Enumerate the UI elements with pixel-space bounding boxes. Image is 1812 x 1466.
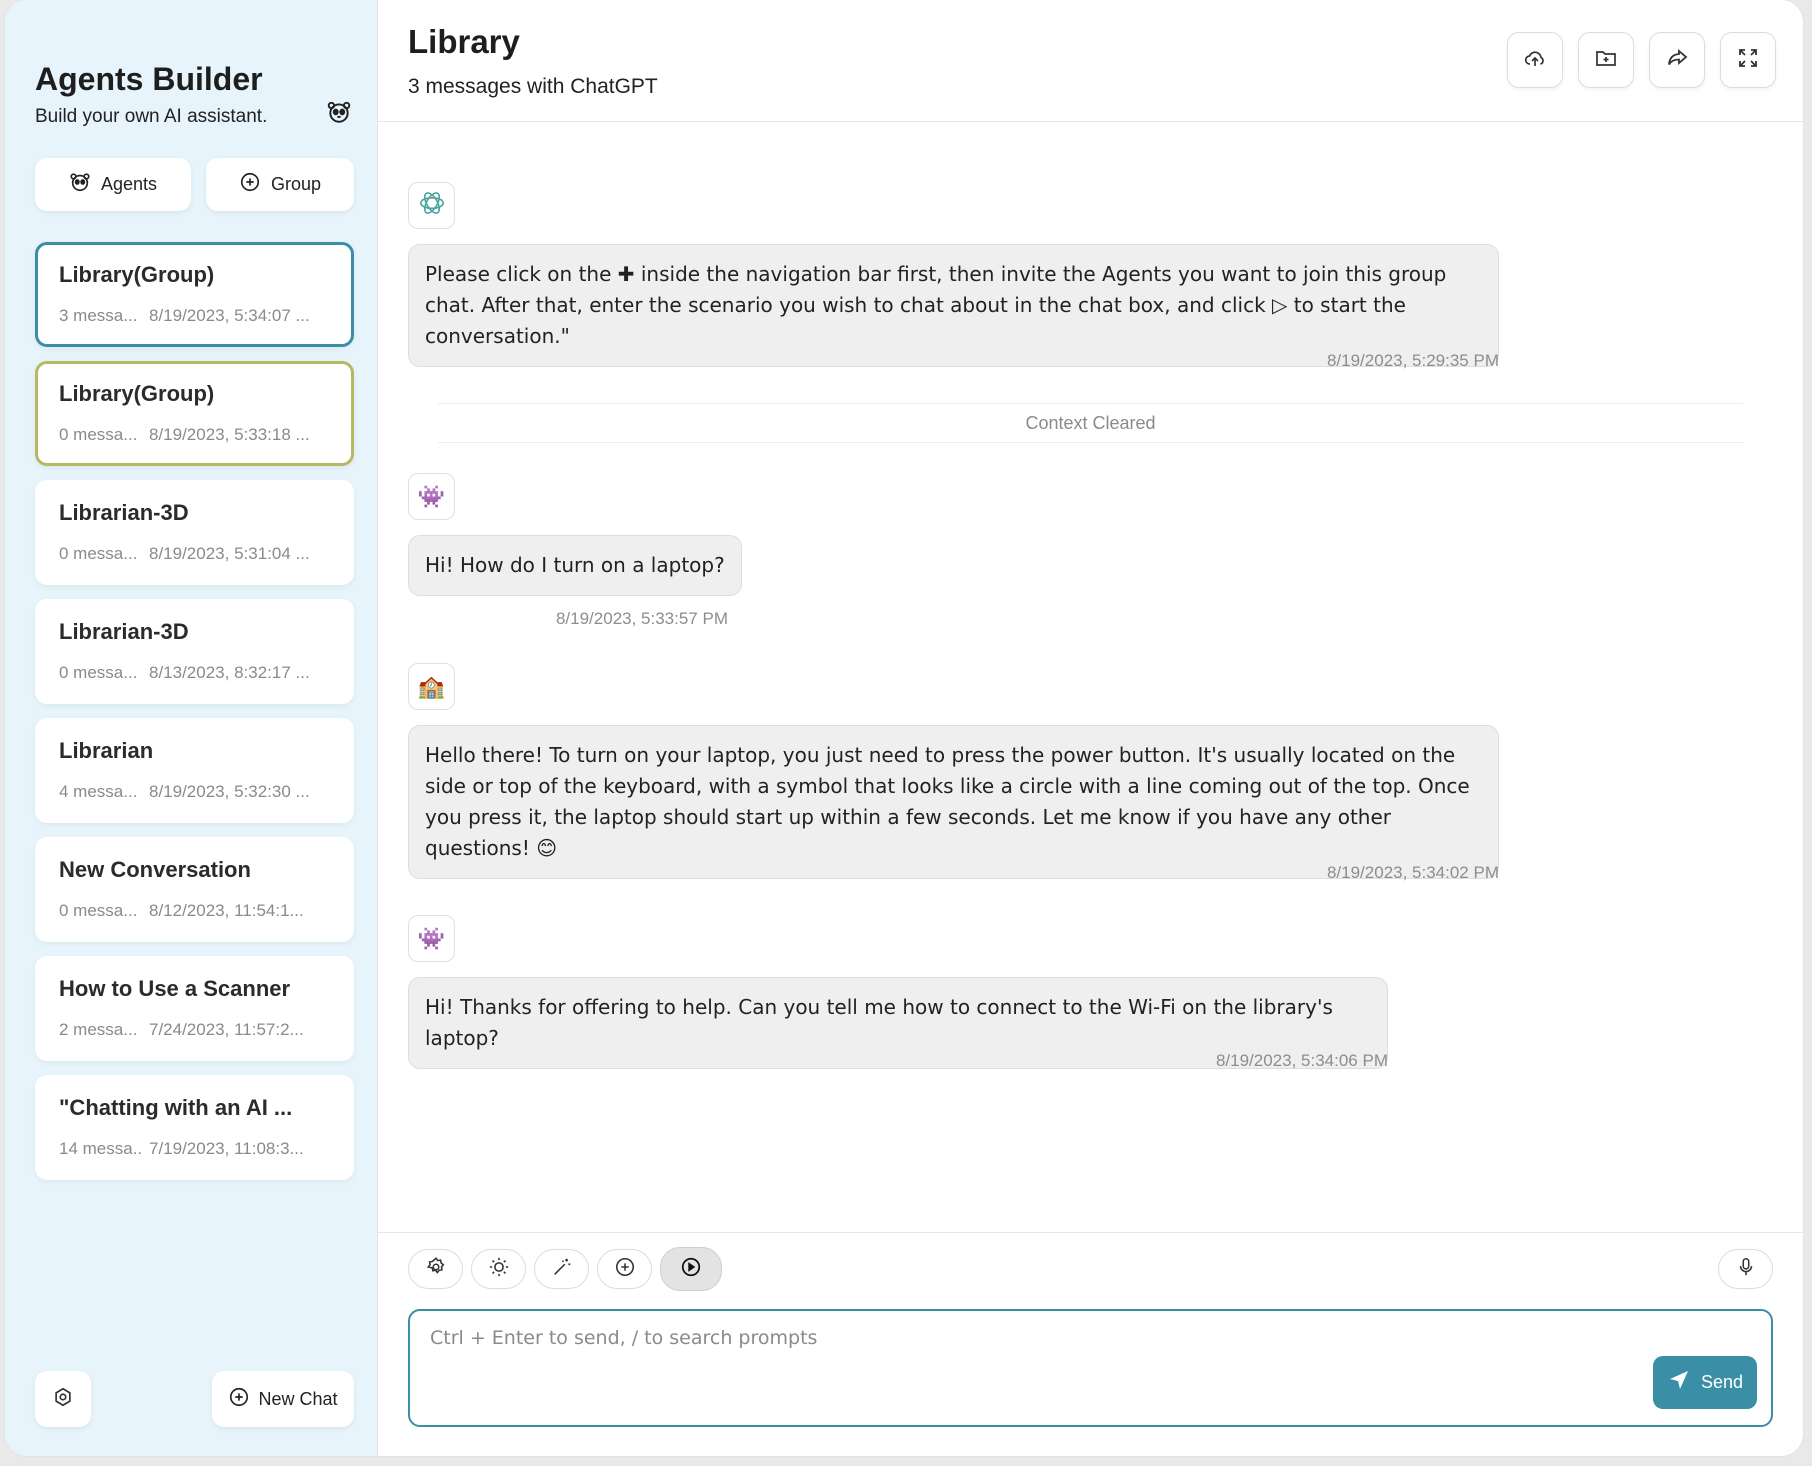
magic-wand-icon — [551, 1256, 573, 1283]
fullscreen-icon — [1736, 46, 1760, 75]
prompts-button[interactable] — [534, 1249, 589, 1289]
school-icon: 🏫 — [417, 673, 446, 699]
chat-item[interactable]: Library(Group) 0 messa... 8/19/2023, 5:33… — [35, 361, 354, 466]
message-timestamp: 8/19/2023, 5:34:02 PM — [1326, 863, 1499, 882]
app-subtitle: Build your own AI assistant. — [35, 106, 268, 127]
chat-item-date: 8/19/2023, 5:34:07 ... — [149, 306, 310, 325]
chat-item-count: 0 messa... — [59, 425, 138, 444]
chat-item-title: Librarian-3D — [59, 500, 189, 525]
message-timestamp: 8/19/2023, 5:33:57 PM — [555, 609, 728, 628]
app-window: Agents Builder Build your own AI assista… — [5, 0, 1803, 1456]
message-bubble: Hi! How do I turn on a laptop? — [408, 535, 742, 596]
plus-circle-icon — [228, 1386, 250, 1413]
page-title: Library — [408, 23, 520, 60]
chat-item-date: 8/19/2023, 5:31:04 ... — [149, 544, 310, 563]
agents-button[interactable]: Agents — [35, 158, 191, 211]
chat-item-count: 3 messa... — [59, 306, 138, 325]
message-bubble: Hello there! To turn on your laptop, you… — [408, 725, 1499, 879]
new-chat-label: New Chat — [258, 1388, 338, 1409]
message-list: Please click on the ✚ inside the navigat… — [408, 122, 1773, 1226]
group-button[interactable]: Group — [206, 158, 354, 211]
chat-item-count: 4 messa... — [59, 782, 138, 801]
send-arrow-icon — [1667, 1368, 1691, 1397]
plus-circle-icon — [614, 1256, 636, 1283]
gear-icon — [425, 1256, 447, 1283]
share-button[interactable] — [1649, 32, 1705, 88]
group-button-label: Group — [270, 174, 322, 194]
cloud-upload-icon — [1523, 46, 1547, 75]
chat-item[interactable]: New Conversation 0 messa... 8/12/2023, 11… — [35, 837, 354, 942]
user-avatar: 👾 — [408, 473, 455, 520]
fullscreen-button[interactable] — [1720, 32, 1776, 88]
folder-plus-icon — [1594, 46, 1618, 75]
gear-icon — [52, 1386, 74, 1413]
play-button[interactable] — [660, 1247, 722, 1291]
chat-item-count: 0 messa... — [59, 663, 138, 682]
chat-item-count: 0 messa... — [59, 544, 138, 563]
play-circle-icon — [680, 1256, 702, 1283]
chat-item-count: 2 messa... — [59, 1020, 138, 1039]
sidebar: Agents Builder Build your own AI assista… — [5, 0, 378, 1456]
send-button-label: Send — [1700, 1372, 1744, 1392]
chat-list: Library(Group) 3 messa... 8/19/2023, 5:34… — [35, 242, 354, 1194]
chat-item-date: 8/19/2023, 5:33:18 ... — [149, 425, 310, 444]
send-button[interactable]: Send — [1653, 1356, 1757, 1409]
alien-monster-icon: 👾 — [417, 925, 446, 951]
chat-item-title: "Chatting with an AI ... — [59, 1095, 293, 1120]
new-chat-button[interactable]: New Chat — [212, 1371, 354, 1427]
sun-icon — [488, 1256, 510, 1283]
chat-item[interactable]: Librarian-3D 0 messa... 8/13/2023, 8:32:1… — [35, 599, 354, 704]
upload-button[interactable] — [1507, 32, 1563, 88]
chat-panel: Library 3 messages with ChatGPT Please c… — [378, 0, 1803, 1456]
chat-item[interactable]: Library(Group) 3 messa... 8/19/2023, 5:34… — [35, 242, 354, 347]
chat-item[interactable]: "Chatting with an AI ... 14 messa... 7/19… — [35, 1075, 354, 1180]
chat-item-date: 8/12/2023, 11:54:1... — [149, 901, 304, 920]
chat-item-title: Library(Group) — [59, 262, 215, 287]
page-subtitle: 3 messages with ChatGPT — [408, 75, 658, 98]
chat-item-date: 8/13/2023, 8:32:17 ... — [149, 663, 310, 682]
alien-monster-icon: 👾 — [417, 483, 446, 509]
user-avatar: 👾 — [408, 915, 455, 962]
panda-icon — [69, 171, 91, 198]
openai-logo-icon — [417, 188, 447, 224]
chat-item[interactable]: Librarian-3D 0 messa... 8/19/2023, 5:31:0… — [35, 480, 354, 585]
microphone-icon — [1735, 1256, 1757, 1283]
chat-item-title: Librarian — [59, 738, 154, 763]
chat-item[interactable]: Librarian 4 messa... 8/19/2023, 5:32:30 .… — [35, 718, 354, 823]
agents-button-label: Agents — [100, 174, 158, 194]
add-folder-button[interactable] — [1578, 32, 1634, 88]
chat-item-date: 8/19/2023, 5:32:30 ... — [149, 782, 310, 801]
composer: Send — [378, 1232, 1803, 1456]
chatgpt-avatar — [408, 182, 455, 229]
settings-tool-button[interactable] — [408, 1249, 463, 1289]
chat-item-date: 7/19/2023, 11:08:3... — [149, 1139, 304, 1158]
plus-circle-icon — [239, 171, 261, 198]
context-cleared-label: Context Cleared — [1019, 413, 1162, 434]
app-title: Agents Builder — [35, 61, 263, 97]
share-arrow-icon — [1665, 46, 1689, 75]
message-input[interactable] — [410, 1311, 1771, 1425]
chat-item-title: Librarian-3D — [59, 619, 189, 644]
chat-item-title: New Conversation — [59, 857, 251, 882]
settings-button[interactable] — [35, 1371, 91, 1427]
chat-item-date: 7/24/2023, 11:57:2... — [149, 1020, 304, 1039]
chat-item[interactable]: How to Use a Scanner 2 messa... 7/24/2023… — [35, 956, 354, 1061]
message-input-container: Send — [408, 1309, 1773, 1427]
theme-toggle-button[interactable] — [471, 1249, 526, 1289]
chat-item-count: 0 messa... — [59, 901, 138, 920]
chat-item-count: 14 messa... — [59, 1139, 141, 1158]
voice-input-button[interactable] — [1718, 1249, 1773, 1289]
panda-logo-icon — [326, 99, 352, 125]
chat-header: Library 3 messages with ChatGPT — [378, 0, 1803, 122]
context-divider: Context Cleared — [438, 403, 1743, 443]
chat-item-title: Library(Group) — [59, 381, 215, 406]
message-bubble: Please click on the ✚ inside the navigat… — [408, 244, 1499, 367]
message-timestamp: 8/19/2023, 5:29:35 PM — [1326, 351, 1499, 370]
message-timestamp: 8/19/2023, 5:34:06 PM — [1215, 1051, 1388, 1070]
add-agent-button[interactable] — [597, 1249, 652, 1289]
agent-avatar: 🏫 — [408, 663, 455, 710]
chat-item-title: How to Use a Scanner — [59, 976, 291, 1001]
